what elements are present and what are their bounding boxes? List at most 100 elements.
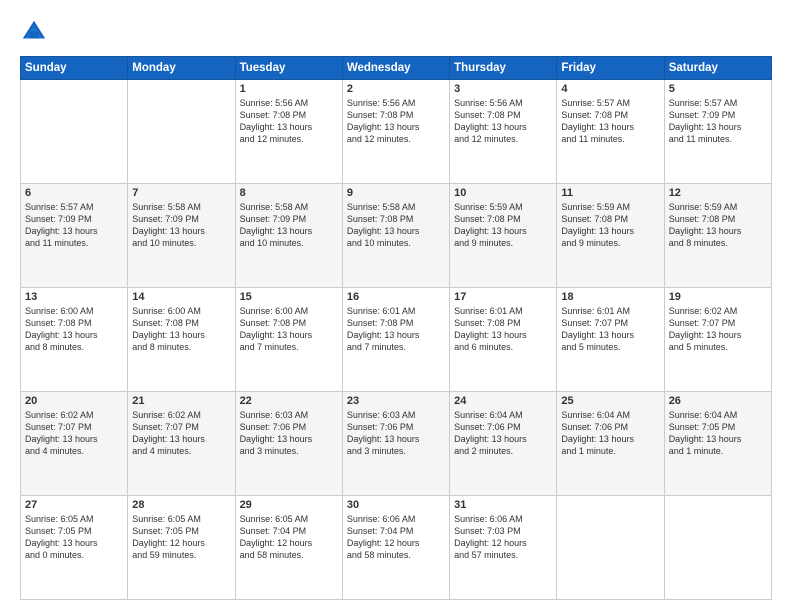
cell-detail: Sunrise: 6:02 AM Sunset: 7:07 PM Dayligh…: [669, 305, 767, 354]
table-row: 2Sunrise: 5:56 AM Sunset: 7:08 PM Daylig…: [342, 80, 449, 184]
cell-detail: Sunrise: 6:05 AM Sunset: 7:05 PM Dayligh…: [132, 513, 230, 562]
cell-detail: Sunrise: 6:06 AM Sunset: 7:03 PM Dayligh…: [454, 513, 552, 562]
table-row: 30 Sunrise: 6:06 AM Sunset: 7:04 PM Dayli…: [342, 496, 449, 600]
day-number: 29: [240, 499, 338, 511]
cell-detail: Sunrise: 5:59 AM Sunset: 7:08 PM Dayligh…: [669, 201, 767, 250]
day-number: 17: [454, 291, 552, 303]
day-number: 22: [240, 395, 338, 407]
day-number: 28: [132, 499, 230, 511]
day-number: 26: [669, 395, 767, 407]
table-row: 16 Sunrise: 6:01 AM Sunset: 7:08 PM Dayli…: [342, 288, 449, 392]
table-row: 8 Sunrise: 5:58 AM Sunset: 7:09 PM Daylig…: [235, 184, 342, 288]
cell-detail: Sunrise: 5:58 AM Sunset: 7:09 PM Dayligh…: [240, 201, 338, 250]
table-row: 11Sunrise: 5:59 AM Sunset: 7:08 PM Dayli…: [557, 184, 664, 288]
cell-detail: Sunrise: 6:01 AM Sunset: 7:08 PM Dayligh…: [347, 305, 445, 354]
day-number: 23: [347, 395, 445, 407]
cell-detail: Sunrise: 6:05 AM Sunset: 7:05 PM Dayligh…: [25, 513, 123, 562]
cell-detail: Sunrise: 5:58 AM Sunset: 7:08 PM Dayligh…: [347, 201, 445, 250]
day-number: 19: [669, 291, 767, 303]
day-number: 25: [561, 395, 659, 407]
day-number: 30: [347, 499, 445, 511]
table-row: 4 Sunrise: 5:57 AM Sunset: 7:08 PM Daylig…: [557, 80, 664, 184]
table-row: 31Sunrise: 6:06 AM Sunset: 7:03 PM Dayli…: [450, 496, 557, 600]
col-sunday: Sunday: [21, 57, 128, 80]
calendar-week-row: 20 Sunrise: 6:02 AM Sunset: 7:07 PM Dayli…: [21, 392, 772, 496]
cell-detail: Sunrise: 6:04 AM Sunset: 7:06 PM Dayligh…: [561, 409, 659, 458]
cell-detail: Sunrise: 6:00 AM Sunset: 7:08 PM Dayligh…: [25, 305, 123, 354]
day-number: 3: [454, 83, 552, 95]
day-number: 5: [669, 83, 767, 95]
day-number: 6: [25, 187, 123, 199]
table-row: [21, 80, 128, 184]
cell-detail: Sunrise: 6:02 AM Sunset: 7:07 PM Dayligh…: [132, 409, 230, 458]
table-row: 17Sunrise: 6:01 AM Sunset: 7:08 PM Dayli…: [450, 288, 557, 392]
cell-detail: Sunrise: 5:57 AM Sunset: 7:09 PM Dayligh…: [25, 201, 123, 250]
cell-detail: Sunrise: 5:59 AM Sunset: 7:08 PM Dayligh…: [561, 201, 659, 250]
table-row: 3 Sunrise: 5:56 AM Sunset: 7:08 PM Daylig…: [450, 80, 557, 184]
calendar: Sunday Monday Tuesday Wednesday Thursday…: [20, 56, 772, 600]
col-saturday: Saturday: [664, 57, 771, 80]
table-row: 15 Sunrise: 6:00 AM Sunset: 7:08 PM Dayli…: [235, 288, 342, 392]
day-number: 20: [25, 395, 123, 407]
table-row: [557, 496, 664, 600]
calendar-week-row: 27 Sunrise: 6:05 AM Sunset: 7:05 PM Dayli…: [21, 496, 772, 600]
table-row: 1 Sunrise: 5:56 AM Sunset: 7:08 PM Daylig…: [235, 80, 342, 184]
cell-detail: Sunrise: 6:02 AM Sunset: 7:07 PM Dayligh…: [25, 409, 123, 458]
table-row: 24 Sunrise: 6:04 AM Sunset: 7:06 PM Dayli…: [450, 392, 557, 496]
table-row: 25 Sunrise: 6:04 AM Sunset: 7:06 PM Dayli…: [557, 392, 664, 496]
logo: [20, 18, 52, 46]
day-number: 18: [561, 291, 659, 303]
cell-detail: Sunrise: 5:57 AM Sunset: 7:08 PM Dayligh…: [561, 97, 659, 146]
cell-detail: Sunrise: 6:04 AM Sunset: 7:06 PM Dayligh…: [454, 409, 552, 458]
day-number: 1: [240, 83, 338, 95]
table-row: 22Sunrise: 6:03 AM Sunset: 7:06 PM Dayli…: [235, 392, 342, 496]
table-row: 20 Sunrise: 6:02 AM Sunset: 7:07 PM Dayli…: [21, 392, 128, 496]
day-number: 15: [240, 291, 338, 303]
day-number: 13: [25, 291, 123, 303]
calendar-week-row: 13 Sunrise: 6:00 AM Sunset: 7:08 PM Dayli…: [21, 288, 772, 392]
day-number: 4: [561, 83, 659, 95]
table-row: 27 Sunrise: 6:05 AM Sunset: 7:05 PM Dayli…: [21, 496, 128, 600]
table-row: 18Sunrise: 6:01 AM Sunset: 7:07 PM Dayli…: [557, 288, 664, 392]
col-friday: Friday: [557, 57, 664, 80]
table-row: 21 Sunrise: 6:02 AM Sunset: 7:07 PM Dayli…: [128, 392, 235, 496]
cell-detail: Sunrise: 5:59 AM Sunset: 7:08 PM Dayligh…: [454, 201, 552, 250]
table-row: 10 Sunrise: 5:59 AM Sunset: 7:08 PM Dayli…: [450, 184, 557, 288]
day-number: 14: [132, 291, 230, 303]
day-number: 21: [132, 395, 230, 407]
logo-icon: [20, 18, 48, 46]
table-row: 14 Sunrise: 6:00 AM Sunset: 7:08 PM Dayli…: [128, 288, 235, 392]
day-number: 24: [454, 395, 552, 407]
table-row: 29 Sunrise: 6:05 AM Sunset: 7:04 PM Dayli…: [235, 496, 342, 600]
col-tuesday: Tuesday: [235, 57, 342, 80]
calendar-week-row: 1 Sunrise: 5:56 AM Sunset: 7:08 PM Daylig…: [21, 80, 772, 184]
header: [20, 18, 772, 46]
day-number: 8: [240, 187, 338, 199]
day-number: 16: [347, 291, 445, 303]
cell-detail: Sunrise: 5:56 AM Sunset: 7:08 PM Dayligh…: [347, 97, 445, 146]
day-number: 12: [669, 187, 767, 199]
cell-detail: Sunrise: 6:05 AM Sunset: 7:04 PM Dayligh…: [240, 513, 338, 562]
cell-detail: Sunrise: 5:56 AM Sunset: 7:08 PM Dayligh…: [240, 97, 338, 146]
day-number: 7: [132, 187, 230, 199]
day-number: 27: [25, 499, 123, 511]
page: Sunday Monday Tuesday Wednesday Thursday…: [0, 0, 792, 612]
table-row: [128, 80, 235, 184]
cell-detail: Sunrise: 6:00 AM Sunset: 7:08 PM Dayligh…: [132, 305, 230, 354]
day-number: 10: [454, 187, 552, 199]
cell-detail: Sunrise: 6:06 AM Sunset: 7:04 PM Dayligh…: [347, 513, 445, 562]
table-row: 19 Sunrise: 6:02 AM Sunset: 7:07 PM Dayli…: [664, 288, 771, 392]
cell-detail: Sunrise: 6:04 AM Sunset: 7:05 PM Dayligh…: [669, 409, 767, 458]
col-wednesday: Wednesday: [342, 57, 449, 80]
cell-detail: Sunrise: 5:56 AM Sunset: 7:08 PM Dayligh…: [454, 97, 552, 146]
table-row: 7 Sunrise: 5:58 AM Sunset: 7:09 PM Daylig…: [128, 184, 235, 288]
table-row: 13 Sunrise: 6:00 AM Sunset: 7:08 PM Dayli…: [21, 288, 128, 392]
calendar-header-row: Sunday Monday Tuesday Wednesday Thursday…: [21, 57, 772, 80]
cell-detail: Sunrise: 6:03 AM Sunset: 7:06 PM Dayligh…: [347, 409, 445, 458]
cell-detail: Sunrise: 5:58 AM Sunset: 7:09 PM Dayligh…: [132, 201, 230, 250]
table-row: 5Sunrise: 5:57 AM Sunset: 7:09 PM Daylig…: [664, 80, 771, 184]
col-monday: Monday: [128, 57, 235, 80]
cell-detail: Sunrise: 6:00 AM Sunset: 7:08 PM Dayligh…: [240, 305, 338, 354]
table-row: 6 Sunrise: 5:57 AM Sunset: 7:09 PM Daylig…: [21, 184, 128, 288]
calendar-week-row: 6 Sunrise: 5:57 AM Sunset: 7:09 PM Daylig…: [21, 184, 772, 288]
